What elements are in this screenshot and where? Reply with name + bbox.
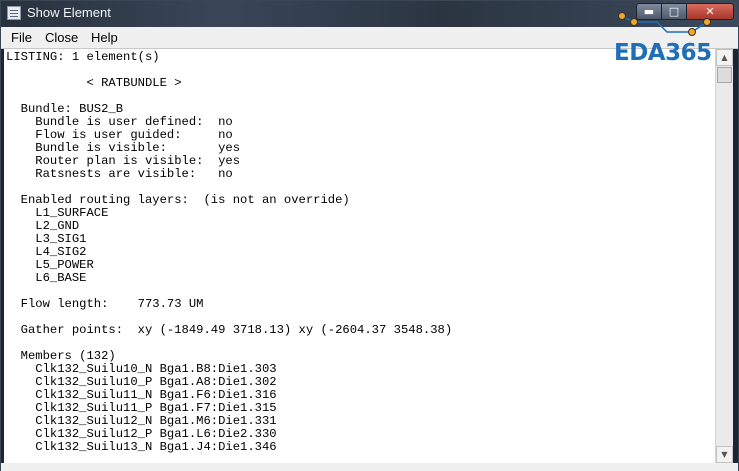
listing-line: LISTING: 1 element(s): [6, 50, 160, 64]
listing-panel[interactable]: LISTING: 1 element(s) < RATBUNDLE > Bund…: [4, 49, 715, 463]
listing-line: Members (132): [20, 349, 116, 363]
app-icon: [7, 6, 21, 20]
listing-line: Clk132_Suilu10_P Bga1.A8:Die1.302: [35, 375, 277, 389]
watermark-logo: EDA365: [614, 40, 712, 66]
title-bar[interactable]: Show Element ▬ □ ✕: [1, 1, 738, 27]
listing-line: L5_POWER: [35, 258, 94, 272]
listing-line: Clk132_Suilu12_N Bga1.M6:Die1.331: [35, 414, 277, 428]
menu-close[interactable]: Close: [45, 30, 78, 45]
listing-line: Ratsnests are visible: no: [35, 167, 233, 181]
show-element-window: Show Element ▬ □ ✕ File Close Help LISTI…: [0, 0, 739, 471]
listing-line: Clk132_Suilu13_N Bga1.J4:Die1.346: [35, 440, 277, 454]
bottom-border: [1, 463, 738, 471]
menu-help[interactable]: Help: [91, 30, 118, 45]
listing-line: Flow is user guided: no: [35, 128, 233, 142]
listing-line: Flow length: 773.73 UM: [20, 297, 204, 311]
listing-line: Enabled routing layers: (is not an overr…: [20, 193, 350, 207]
listing-line: Clk132_Suilu11_N Bga1.F6:Die1.316: [35, 388, 277, 402]
listing-line: L6_BASE: [35, 271, 87, 285]
listing-line: L3_SIG1: [35, 232, 87, 246]
listing-line: L2_GND: [35, 219, 80, 233]
scroll-up-button[interactable]: ▲: [716, 49, 733, 66]
scroll-down-button[interactable]: ▼: [716, 446, 733, 463]
listing-line: Bundle is visible: yes: [35, 141, 241, 155]
listing-text: LISTING: 1 element(s) < RATBUNDLE > Bund…: [4, 49, 715, 454]
maximize-button[interactable]: □: [661, 3, 687, 20]
close-window-button[interactable]: ✕: [686, 3, 734, 20]
listing-line: Router plan is visible: yes: [35, 154, 241, 168]
listing-line: Gather points: xy (-1849.49 3718.13) xy …: [20, 323, 453, 337]
listing-line: L1_SURFACE: [35, 206, 109, 220]
listing-line: Clk132_Suilu10_N Bga1.B8:Die1.303: [35, 362, 277, 376]
listing-line: Bundle is user defined: no: [35, 115, 233, 129]
vertical-scrollbar[interactable]: ▲ ▼: [715, 49, 733, 463]
listing-line: Clk132_Suilu12_P Bga1.L6:Die2.330: [35, 427, 277, 441]
minimize-button[interactable]: ▬: [636, 3, 662, 20]
window-title: Show Element: [27, 5, 111, 20]
listing-line: < RATBUNDLE >: [86, 76, 182, 90]
menu-file[interactable]: File: [11, 30, 32, 45]
scroll-thumb[interactable]: [717, 67, 732, 83]
listing-line: Bundle: BUS2_B: [20, 102, 124, 116]
listing-line: L4_SIG2: [35, 245, 87, 259]
listing-line: Clk132_Suilu11_P Bga1.F7:Die1.315: [35, 401, 277, 415]
